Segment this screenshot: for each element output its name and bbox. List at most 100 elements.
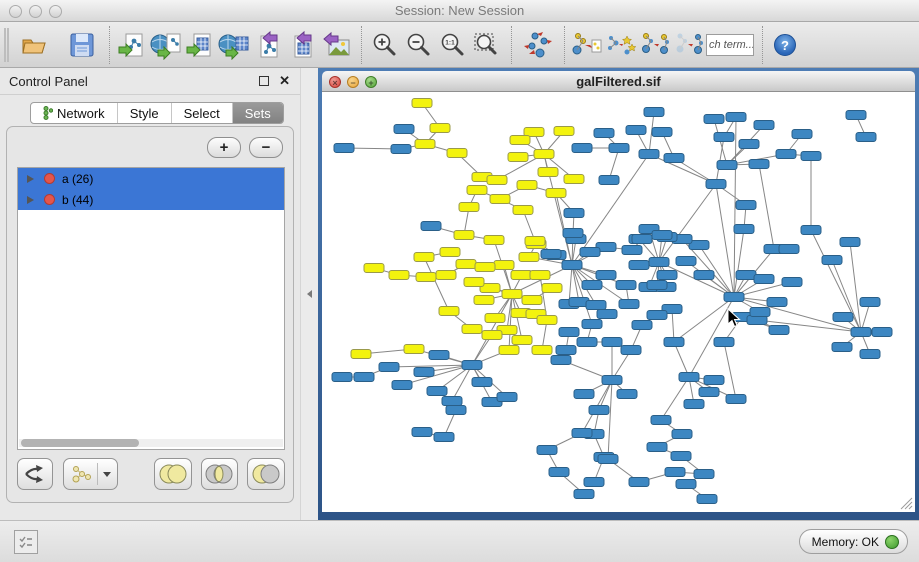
help-button[interactable]: ? — [774, 34, 796, 56]
network-window[interactable]: × − + galFiltered.sif — [322, 71, 915, 512]
graph-node — [801, 152, 821, 161]
graph-node — [617, 390, 637, 399]
graph-node — [456, 260, 476, 269]
export-network-button[interactable] — [251, 26, 285, 64]
union-sets-button[interactable] — [154, 458, 192, 490]
graph-node — [676, 480, 696, 489]
network-window-title: galFiltered.sif — [322, 74, 915, 89]
network-canvas[interactable] — [322, 92, 915, 512]
toolbar-separator — [564, 26, 565, 64]
resize-grip-icon[interactable] — [897, 494, 913, 510]
dropdown-arrow-icon[interactable] — [103, 472, 111, 477]
add-set-button[interactable]: + — [207, 137, 241, 158]
graph-node — [572, 429, 592, 438]
graph-node — [541, 250, 561, 259]
graph-node — [532, 346, 552, 355]
hide-selected-icon — [639, 30, 671, 60]
export-image-button[interactable] — [319, 26, 353, 64]
network-desktop: × − + galFiltered.sif — [318, 68, 919, 520]
graph-node — [647, 281, 667, 290]
import-table-web-button[interactable] — [217, 26, 251, 64]
apply-layout-button[interactable] — [521, 26, 555, 64]
select-first-neighbors-button[interactable] — [604, 26, 638, 64]
zoom-fit-button[interactable]: 1:1 — [435, 26, 469, 64]
expander-icon[interactable] — [27, 196, 34, 204]
save-session-button[interactable] — [65, 26, 99, 64]
import-table-from-web-icon — [218, 30, 250, 60]
network-graph[interactable] — [322, 92, 915, 512]
graph-node — [427, 387, 447, 396]
import-network-icon — [117, 30, 147, 60]
graph-node — [629, 261, 649, 270]
memory-status-button[interactable]: Memory: OK — [799, 529, 908, 554]
graph-node — [596, 271, 616, 280]
tab-sets[interactable]: Sets — [233, 103, 283, 123]
close-panel-icon[interactable]: ✕ — [279, 73, 290, 89]
graph-node — [549, 468, 569, 477]
graph-node — [564, 175, 584, 184]
tab-network[interactable]: Network — [31, 103, 118, 123]
zoom-out-button[interactable] — [401, 26, 435, 64]
show-all-button[interactable] — [672, 26, 706, 64]
set-row-a[interactable]: a (26) — [18, 168, 284, 189]
task-list-icon — [18, 535, 34, 549]
graph-node — [487, 176, 507, 185]
graph-node — [430, 124, 450, 133]
graph-node — [412, 99, 432, 108]
import-network-web-button[interactable] — [149, 26, 183, 64]
sets-actions — [17, 458, 285, 490]
intersect-sets-button[interactable] — [201, 458, 239, 490]
button-divider — [97, 463, 98, 485]
open-folder-icon — [19, 30, 49, 60]
graph-node — [537, 446, 557, 455]
remove-set-button[interactable]: − — [249, 137, 283, 158]
export-set-button[interactable] — [17, 458, 53, 490]
graph-node — [485, 314, 505, 323]
graph-node — [559, 328, 579, 337]
hide-selected-button[interactable] — [638, 26, 672, 64]
new-network-from-selection-button[interactable] — [570, 26, 604, 64]
collapse-panel-icon[interactable] — [307, 290, 312, 298]
graph-node — [736, 271, 756, 280]
create-set-from-network-button[interactable] — [63, 458, 118, 490]
import-network-file-button[interactable] — [115, 26, 149, 64]
new-network-from-selection-icon — [571, 30, 603, 60]
task-history-button[interactable] — [14, 530, 38, 554]
horizontal-scrollbar[interactable] — [19, 439, 283, 447]
zoom-selected-button[interactable] — [469, 26, 503, 64]
tab-select[interactable]: Select — [172, 103, 233, 123]
graph-node — [652, 231, 672, 240]
graph-node — [664, 338, 684, 347]
scrollbar-thumb[interactable] — [21, 439, 139, 447]
graph-node — [776, 150, 796, 159]
graph-node — [391, 145, 411, 154]
zoom-in-icon — [370, 31, 398, 59]
graph-node — [664, 154, 684, 163]
graph-node — [462, 325, 482, 334]
graph-node — [609, 144, 629, 153]
import-table-file-button[interactable] — [183, 26, 217, 64]
search-input[interactable]: ch term... — [706, 34, 754, 56]
graph-node — [644, 108, 664, 117]
toolbar-drag-handle[interactable] — [4, 28, 9, 62]
first-neighbors-icon — [605, 30, 637, 60]
open-session-button[interactable] — [17, 26, 51, 64]
expander-icon[interactable] — [27, 175, 34, 183]
graph-node — [714, 133, 734, 142]
network-window-titlebar[interactable]: × − + galFiltered.sif — [322, 71, 915, 92]
difference-sets-button[interactable] — [247, 458, 285, 490]
tab-style[interactable]: Style — [118, 103, 172, 123]
graph-node — [436, 271, 456, 280]
graph-node — [846, 111, 866, 120]
export-table-button[interactable] — [285, 26, 319, 64]
float-panel-icon[interactable] — [259, 76, 269, 86]
app-titlebar[interactable]: Session: New Session — [0, 0, 919, 22]
graph-node — [622, 246, 642, 255]
graph-node — [586, 301, 606, 310]
graph-node — [484, 236, 504, 245]
panel-splitter[interactable] — [300, 68, 318, 520]
graph-node — [597, 310, 617, 319]
zoom-in-button[interactable] — [367, 26, 401, 64]
graph-node — [562, 261, 582, 270]
set-row-b[interactable]: b (44) — [18, 189, 284, 210]
